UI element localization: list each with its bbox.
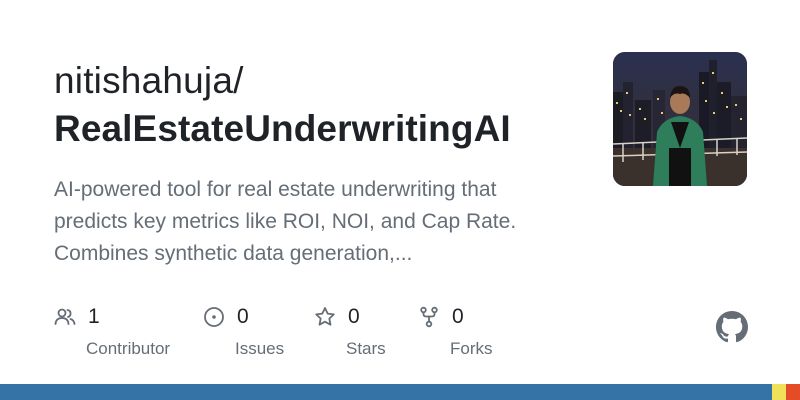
repo-name[interactable]: RealEstateUnderwritingAI <box>54 108 511 150</box>
avatar[interactable] <box>613 52 747 186</box>
star-icon <box>314 306 336 328</box>
repo-description: AI-powered tool for real estate underwri… <box>54 174 574 270</box>
stat-issues[interactable]: 0 Issues <box>203 305 284 359</box>
language-bar-segment <box>0 384 772 400</box>
contributors-label: Contributor <box>86 339 171 358</box>
stat-forks[interactable]: 0 Forks <box>418 305 493 359</box>
stars-count: 0 <box>348 305 360 328</box>
people-icon <box>54 306 76 328</box>
description-line: AI-powered tool for real estate underwri… <box>54 178 497 201</box>
fork-icon <box>418 306 440 328</box>
description-line: Combines synthetic data generation,... <box>54 242 413 265</box>
stars-label: Stars <box>346 339 386 358</box>
avatar-photo <box>613 52 747 186</box>
github-mark-icon[interactable] <box>716 311 748 343</box>
description-line: predicts key metrics like ROI, NOI, and … <box>54 210 517 233</box>
stat-contributors[interactable]: 1 Contributor <box>54 305 170 359</box>
issues-label: Issues <box>235 339 285 358</box>
contributors-count: 1 <box>88 305 100 328</box>
forks-count: 0 <box>452 305 464 328</box>
repo-owner[interactable]: nitishahuja/ <box>54 60 244 102</box>
language-bar <box>0 384 800 400</box>
issues-count: 0 <box>237 305 249 328</box>
issue-icon <box>203 306 225 328</box>
stat-stars[interactable]: 0 Stars <box>314 305 386 359</box>
forks-label: Forks <box>450 339 493 358</box>
language-bar-segment <box>786 384 800 400</box>
language-bar-segment <box>772 384 787 400</box>
